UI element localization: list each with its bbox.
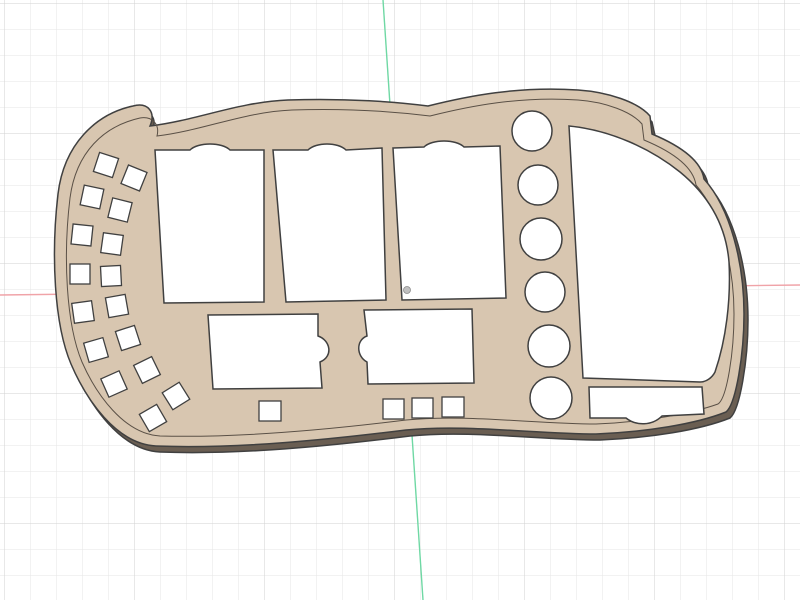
round-hole-5 — [527, 324, 571, 368]
arc-cubby-6 — [99, 231, 125, 257]
3d-viewport[interactable] — [0, 0, 800, 600]
cubby-a — [258, 400, 282, 422]
round-hole-6 — [529, 376, 573, 420]
tray-model[interactable] — [53, 88, 749, 454]
arc-cubby-5 — [70, 223, 94, 247]
viewport-canvas[interactable] — [0, 0, 800, 600]
round-hole-3 — [519, 217, 563, 261]
arc-cubby-8 — [99, 264, 123, 288]
arc-cubby-7 — [69, 263, 91, 285]
arc-cubby-3 — [79, 184, 105, 210]
token-tray-2 — [358, 308, 475, 385]
card-slots — [154, 140, 507, 304]
round-hole-4 — [524, 271, 566, 313]
card-slot-1 — [154, 143, 265, 304]
arc-cubby-9 — [70, 299, 96, 325]
round-hole-1 — [511, 110, 553, 152]
card-slot-2 — [272, 143, 387, 303]
round-hole-2 — [517, 164, 559, 206]
cubby-d — [441, 396, 465, 418]
arc-cubby-4 — [107, 197, 133, 223]
arc-cubby-10 — [104, 293, 130, 319]
token-tray-1 — [207, 313, 330, 390]
cubby-b — [382, 398, 405, 420]
card-slot-3 — [392, 140, 507, 301]
cubby-c — [411, 397, 434, 419]
origin-marker — [403, 286, 411, 294]
